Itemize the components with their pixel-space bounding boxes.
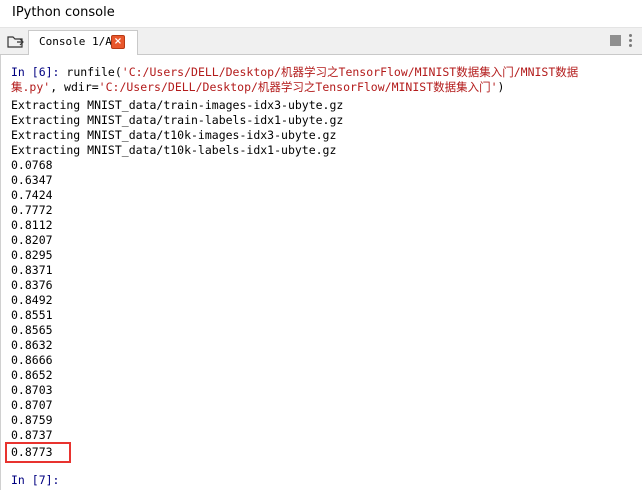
accuracy-value: 0.8295: [11, 248, 53, 262]
accuracy-value: 0.8666: [11, 353, 53, 367]
options-menu-icon[interactable]: [629, 34, 642, 48]
accuracy-value: 0.8551: [11, 308, 53, 322]
pane-titlebar: IPython console: [0, 0, 642, 28]
console-output[interactable]: In [6]: runfile('C:/Users/DELL/Desktop/机…: [0, 55, 642, 490]
accuracy-value: 0.8703: [11, 383, 53, 397]
output-line: Extracting MNIST_data/train-labels-idx1-…: [11, 113, 344, 127]
accuracy-value: 0.8632: [11, 338, 53, 352]
accuracy-value: 0.8565: [11, 323, 53, 337]
tab-label: Console 1/A: [39, 35, 112, 48]
tab-console-1a[interactable]: Console 1/A ×: [28, 30, 138, 55]
output-line: Extracting MNIST_data/t10k-labels-idx1-u…: [11, 143, 337, 157]
wdir-keyword: , wdir=: [50, 80, 99, 94]
accuracy-value: 0.7424: [11, 188, 53, 202]
accuracy-value: 0.6347: [11, 173, 53, 187]
folder-browse-icon[interactable]: [7, 33, 25, 49]
wdir-string: 'C:/Users/DELL/Desktop/机器学习之TensorFlow/M…: [98, 80, 498, 94]
input-prompt: In [6]:: [11, 65, 60, 79]
accuracy-value: 0.8737: [11, 428, 53, 442]
accuracy-value: 0.8207: [11, 233, 53, 247]
accuracy-value: 0.7772: [11, 203, 53, 217]
pane-title: IPython console: [12, 5, 115, 20]
input-line-6-cont: 集.py', wdir='C:/Users/DELL/Desktop/机器学习之…: [11, 80, 504, 95]
accuracy-value: 0.8112: [11, 218, 53, 232]
stop-icon[interactable]: [610, 35, 621, 46]
input-prompt: In [7]:: [11, 473, 60, 487]
filename-string: 'C:/Users/DELL/Desktop/机器学习之TensorFlow/M…: [121, 65, 579, 79]
close-tab-icon[interactable]: ×: [111, 35, 125, 49]
accuracy-value: 0.8371: [11, 263, 53, 277]
output-line: Extracting MNIST_data/train-images-idx3-…: [11, 98, 344, 112]
accuracy-value: 0.8707: [11, 398, 53, 412]
input-line-6: In [6]: runfile('C:/Users/DELL/Desktop/机…: [11, 65, 578, 80]
tab-bar: Console 1/A ×: [0, 28, 642, 55]
runfile-call: runfile(: [59, 65, 122, 79]
filename-string-end: 集.py': [11, 80, 51, 94]
accuracy-value: 0.8652: [11, 368, 53, 382]
input-line-7[interactable]: In [7]:: [11, 473, 59, 488]
close-paren: ): [497, 80, 505, 94]
accuracy-value: 0.8492: [11, 293, 53, 307]
output-line: Extracting MNIST_data/t10k-images-idx3-u…: [11, 128, 337, 142]
accuracy-value: 0.8376: [11, 278, 53, 292]
highlight-box: [5, 442, 71, 463]
accuracy-value: 0.8759: [11, 413, 53, 427]
accuracy-value: 0.0768: [11, 158, 53, 172]
